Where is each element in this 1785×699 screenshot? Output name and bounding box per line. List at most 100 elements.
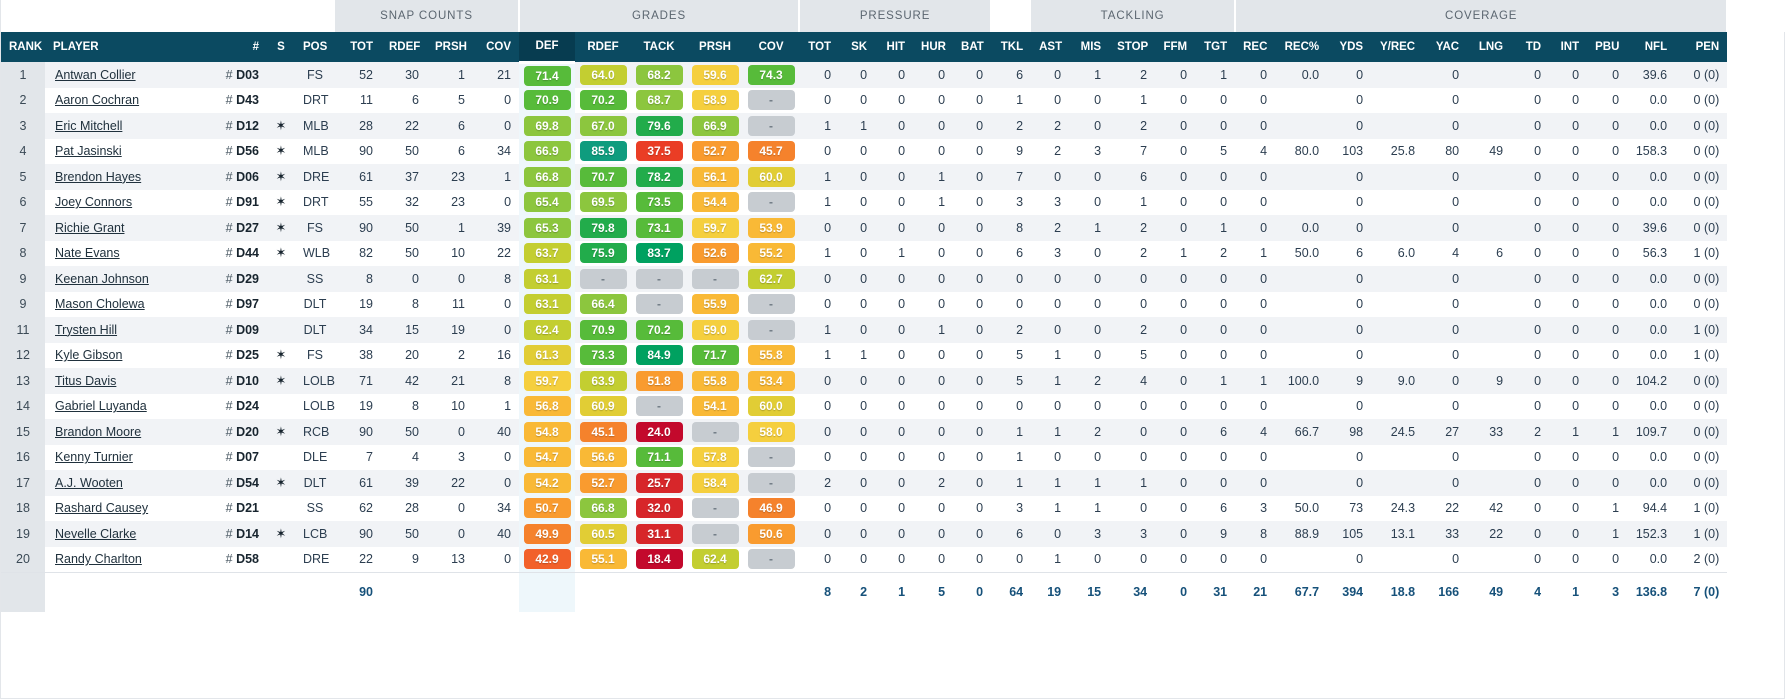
column-header-c-td[interactable]: TD: [1511, 32, 1550, 62]
cell-grade-cov: 60.0: [743, 393, 800, 419]
column-header-t-ffm[interactable]: FFM: [1155, 32, 1196, 62]
column-header-g-tack[interactable]: TACK: [631, 32, 688, 62]
table-row[interactable]: 15 Brandon Moore # D20 ✶ RCB 90 50 0 40 54.8 45.1 2…: [1, 419, 1785, 445]
table-row[interactable]: 4 Pat Jasinski # D56 ✶ MLB 90 50 6 34 66.9 85.9 37.…: [1, 138, 1785, 164]
column-header-s[interactable]: S: [267, 32, 295, 62]
column-header-rank[interactable]: RANK: [1, 32, 45, 62]
column-header-c-pbu[interactable]: PBU: [1587, 32, 1628, 62]
cell-grade-cov: -: [743, 113, 800, 139]
player-link[interactable]: Brendon Hayes: [55, 170, 141, 184]
column-header-c-yac[interactable]: YAC: [1423, 32, 1468, 62]
column-header-p-bat[interactable]: BAT: [953, 32, 992, 62]
player-link[interactable]: A.J. Wooten: [55, 476, 123, 490]
column-header-g-def[interactable]: DEF: [519, 32, 576, 64]
table-row[interactable]: 9 Mason Cholewa # D97 DLT 19 8 11 0 63.1 66.4-55.…: [1, 291, 1785, 317]
cell-sc-tot: 90: [335, 521, 381, 547]
cell-t-stop: 1: [1109, 87, 1156, 113]
cell-c-pbu: 0: [1587, 317, 1628, 343]
player-link[interactable]: Nevelle Clarke: [55, 527, 136, 541]
player-link[interactable]: Kenny Turnier: [55, 450, 133, 464]
player-link[interactable]: Gabriel Luyanda: [55, 399, 147, 413]
column-header-sc-tot[interactable]: TOT: [335, 32, 381, 62]
player-link[interactable]: Brandon Moore: [55, 425, 141, 439]
player-link[interactable]: Nate Evans: [55, 246, 120, 260]
player-link[interactable]: Pat Jasinski: [55, 144, 122, 158]
hash-icon: #: [225, 246, 237, 261]
table-row[interactable]: 7 Richie Grant # D27 ✶ FS 90 50 1 39 65.3 79.8 73.1…: [1, 215, 1785, 241]
column-header-p-hur[interactable]: HUR: [913, 32, 954, 62]
cell-grade-def: 71.4: [519, 62, 576, 88]
column-header-c-yrec[interactable]: Y/REC: [1371, 32, 1424, 62]
player-link[interactable]: Titus Davis: [55, 374, 116, 388]
player-link[interactable]: Joey Connors: [55, 195, 132, 209]
cell-t-ffm: 0: [1155, 291, 1196, 317]
cell-c-rec: 0: [1235, 215, 1276, 241]
column-header-c-rec[interactable]: REC: [1235, 32, 1276, 62]
column-header-c-pen[interactable]: PEN: [1675, 32, 1728, 62]
column-header-g-rdef[interactable]: RDEF: [575, 32, 632, 62]
player-link[interactable]: Richie Grant: [55, 221, 124, 235]
table-row[interactable]: 16 Kenny Turnier # D07 DLE 7 4 3 0 54.7 56.6 71.1 5…: [1, 444, 1785, 470]
player-link[interactable]: Kyle Gibson: [55, 348, 122, 362]
cell-sc-cov: 1: [473, 393, 520, 419]
table-row[interactable]: 20 Randy Charlton # D58 DRE 22 9 13 0 42.9 55.1 18…: [1, 546, 1785, 572]
total-sc-cov: [473, 571, 520, 612]
table-row[interactable]: 12 Kyle Gibson # D25 ✶ FS 38 20 2 16 61.3 73.3 84.9…: [1, 342, 1785, 368]
table-footer: 90 8 2 1 5 0 64 19 15 34 0 31 21 67.7 394 18.8 166 49 4 1 3 1…: [1, 571, 1785, 612]
column-header-p-sk[interactable]: SK: [839, 32, 876, 62]
table-row[interactable]: 14 Gabriel Luyanda # D24 LOLB 19 8 10 1 56.8 60.9…: [1, 393, 1785, 419]
player-link[interactable]: Rashard Causey: [55, 501, 148, 515]
cell-sc-rdef: 15: [381, 317, 427, 343]
column-header-c-nfl[interactable]: NFL: [1627, 32, 1676, 62]
column-header-c-lng[interactable]: LNG: [1467, 32, 1512, 62]
table-row[interactable]: 5 Brendon Hayes # D06 ✶ DRE 61 37 23 1 66.8 70.7 78…: [1, 164, 1785, 190]
player-link[interactable]: Eric Mitchell: [55, 119, 122, 133]
player-link[interactable]: Keenan Johnson: [55, 272, 149, 286]
column-header-t-tkl[interactable]: TKL: [991, 32, 1032, 62]
table-row[interactable]: 13 Titus Davis # D10 ✶ LOLB 71 42 21 8 59.7 63.9 51…: [1, 368, 1785, 394]
cell-player: Richie Grant: [45, 215, 215, 241]
column-header-c-int[interactable]: INT: [1549, 32, 1588, 62]
player-link[interactable]: Trysten Hill: [55, 323, 117, 337]
player-link[interactable]: Aaron Cochran: [55, 93, 139, 107]
table-row[interactable]: 17 A.J. Wooten # D54 ✶ DLT 61 39 22 0 54.2 52.7 25.…: [1, 470, 1785, 496]
cell-t-ffm: 0: [1155, 215, 1196, 241]
cell-jersey-number: # D56: [215, 138, 267, 164]
table-row[interactable]: 8 Nate Evans # D44 ✶ WLB 82 50 10 22 63.7 75.9 83.7…: [1, 240, 1785, 266]
table-row[interactable]: 3 Eric Mitchell # D12 ✶ MLB 28 22 6 0 69.8 67.0 79.…: [1, 113, 1785, 139]
table-row[interactable]: 19 Nevelle Clarke # D14 ✶ LCB 90 50 0 40 49.9 60.5…: [1, 521, 1785, 547]
column-header-p-hit[interactable]: HIT: [875, 32, 914, 62]
column-header-pos[interactable]: POS: [295, 32, 335, 62]
column-header-num[interactable]: #: [215, 32, 267, 62]
column-header-sc-cov[interactable]: COV: [473, 32, 520, 62]
column-header-player[interactable]: PLAYER: [45, 32, 215, 62]
column-header-t-stop[interactable]: STOP: [1109, 32, 1156, 62]
column-header-g-cov[interactable]: COV: [743, 32, 800, 62]
table-row[interactable]: 6 Joey Connors # D91 ✶ DRT 55 32 23 0 65.4 69.5 73.…: [1, 189, 1785, 215]
column-header-sc-prsh[interactable]: PRSH: [427, 32, 473, 62]
column-header-sc-rdef[interactable]: RDEF: [381, 32, 427, 62]
player-link[interactable]: Antwan Collier: [55, 68, 136, 82]
cell-p-hit: 0: [875, 266, 914, 292]
player-link[interactable]: Randy Charlton: [55, 552, 142, 566]
player-link[interactable]: Mason Cholewa: [55, 297, 145, 311]
table-row[interactable]: 11 Trysten Hill # D09 DLT 34 15 19 0 62.4 70.9 70.…: [1, 317, 1785, 343]
table-row[interactable]: 18 Rashard Causey # D21 SS 62 28 0 34 50.7 66.8 32…: [1, 495, 1785, 521]
cell-grade-cov: 74.3: [743, 62, 800, 88]
cell-grade-prsh: 71.7: [687, 342, 744, 368]
column-header-g-prsh[interactable]: PRSH: [687, 32, 744, 62]
table-row[interactable]: 2 Aaron Cochran # D43 DRT 11 6 5 0 70.9 70.2 68.7 5…: [1, 87, 1785, 113]
table-row[interactable]: 9 Keenan Johnson # D29 SS 8 0 0 8 63.1- - -62.7 0 0 0…: [1, 266, 1785, 292]
column-header-c-recp[interactable]: REC%: [1275, 32, 1328, 62]
column-header-c-tgt[interactable]: TGT: [1195, 32, 1236, 62]
column-header-c-yds[interactable]: YDS: [1327, 32, 1372, 62]
cell-c-recp: [1275, 317, 1328, 343]
table-row[interactable]: 1 Antwan Collier # D03 FS 52 30 1 21 71.4 64.0 68.…: [1, 62, 1785, 88]
cell-rank: 20: [1, 546, 45, 572]
column-header-t-ast[interactable]: AST: [1031, 32, 1070, 62]
cell-position: LOLB: [295, 368, 335, 394]
cell-c-rec: 1: [1235, 368, 1276, 394]
column-header-p-tot[interactable]: TOT: [799, 32, 840, 62]
column-header-t-mis[interactable]: MIS: [1069, 32, 1110, 62]
cell-p-bat: 0: [953, 393, 992, 419]
